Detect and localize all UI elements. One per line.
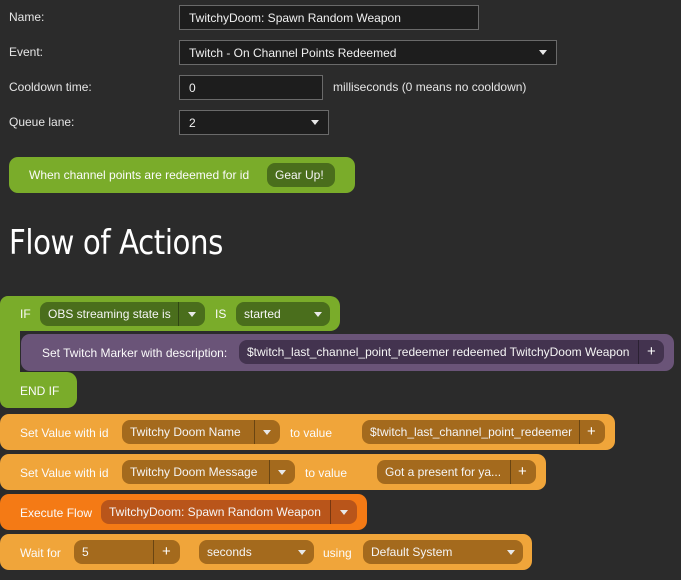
cooldown-input-value: 0 — [189, 80, 196, 95]
trigger-block[interactable]: When channel points are redeemed for id … — [9, 157, 355, 193]
wait-unit-select[interactable]: seconds — [199, 540, 314, 564]
set-value-action-2[interactable]: Set Value with id Twitchy Doom Message t… — [0, 454, 546, 490]
event-label: Event: — [9, 45, 44, 59]
divider — [254, 420, 255, 444]
chevron-down-icon — [507, 549, 515, 555]
trigger-id-chip[interactable]: Gear Up! — [267, 163, 335, 187]
if-block-spine — [0, 325, 20, 375]
set-value-action-1[interactable]: Set Value with id Twitchy Doom Name to v… — [0, 414, 615, 450]
value-id-select[interactable]: Twitchy Doom Message — [122, 460, 295, 484]
chevron-down-icon — [340, 510, 348, 515]
to-value-label: to value — [290, 426, 333, 440]
trigger-text: When channel points are redeemed for id — [29, 168, 250, 182]
twitch-marker-action[interactable]: Set Twitch Marker with description: $twi… — [21, 334, 674, 371]
is-label: IS — [215, 307, 227, 321]
divider — [178, 302, 179, 326]
to-value-label: to value — [305, 466, 348, 480]
name-label: Name: — [9, 10, 45, 24]
chevron-down-icon — [278, 470, 286, 475]
divider — [330, 500, 331, 524]
name-input-value: TwitchyDoom: Spawn Random Weapon — [189, 10, 401, 25]
chevron-down-icon — [298, 549, 306, 555]
value-input[interactable]: Got a present for ya... + — [377, 460, 536, 484]
page-title: Flow of Actions — [9, 223, 223, 263]
wait-label: Wait for — [20, 546, 61, 560]
event-select[interactable]: Twitch - On Channel Points Redeemed — [179, 40, 557, 65]
execute-flow-action[interactable]: Execute Flow TwitchyDoom: Spawn Random W… — [0, 494, 367, 530]
chevron-down-icon — [539, 50, 547, 55]
wait-amount-value: 5 — [82, 545, 89, 559]
flow-select-value: TwitchyDoom: Spawn Random Weapon — [109, 505, 321, 519]
condition-select[interactable]: OBS streaming state is — [40, 302, 205, 326]
set-value-label: Set Value with id — [20, 466, 109, 480]
twitch-marker-description-input[interactable]: $twitch_last_channel_point_redeemer rede… — [239, 340, 664, 364]
value-input-value: Got a present for ya... — [385, 465, 502, 479]
flow-select[interactable]: TwitchyDoom: Spawn Random Weapon — [101, 500, 357, 524]
value-input-value: $twitch_last_channel_point_redeemer — [370, 425, 573, 439]
plus-icon[interactable]: + — [587, 423, 596, 440]
plus-icon[interactable]: + — [647, 343, 656, 360]
wait-unit-value: seconds — [207, 545, 252, 559]
twitch-marker-description-value: $twitch_last_channel_point_redeemer rede… — [247, 345, 630, 359]
using-label: using — [323, 546, 352, 560]
divider — [269, 460, 270, 484]
wait-amount-input[interactable]: 5 + — [74, 540, 180, 564]
plus-icon[interactable]: + — [162, 543, 171, 560]
value-id-value: Twitchy Doom Name — [130, 425, 241, 439]
wait-system-value: Default System — [371, 545, 453, 559]
state-value: started — [244, 307, 281, 321]
event-select-value: Twitch - On Channel Points Redeemed — [189, 45, 397, 60]
chevron-down-icon — [188, 312, 196, 317]
queue-select-value: 2 — [189, 115, 196, 130]
value-input[interactable]: $twitch_last_channel_point_redeemer + — [362, 420, 605, 444]
wait-action[interactable]: Wait for 5 + seconds using Default Syste… — [0, 534, 532, 570]
condition-value: OBS streaming state is — [48, 307, 171, 321]
queue-select[interactable]: 2 — [179, 110, 329, 135]
trigger-id-value: Gear Up! — [275, 168, 324, 182]
chevron-down-icon — [314, 311, 322, 317]
state-select[interactable]: started — [236, 302, 330, 326]
cooldown-input[interactable]: 0 — [179, 75, 323, 100]
end-if-label: END IF — [20, 384, 60, 398]
divider — [638, 340, 639, 364]
set-value-label: Set Value with id — [20, 426, 109, 440]
divider — [153, 540, 154, 564]
value-id-select[interactable]: Twitchy Doom Name — [122, 420, 280, 444]
divider — [579, 420, 580, 444]
wait-system-select[interactable]: Default System — [363, 540, 523, 564]
twitch-marker-label: Set Twitch Marker with description: — [42, 346, 228, 360]
chevron-down-icon — [311, 120, 319, 125]
chevron-down-icon — [263, 430, 271, 435]
value-id-value: Twitchy Doom Message — [130, 465, 258, 479]
cooldown-hint: milliseconds (0 means no cooldown) — [333, 80, 527, 94]
queue-label: Queue lane: — [9, 115, 75, 129]
name-input[interactable]: TwitchyDoom: Spawn Random Weapon — [179, 5, 479, 30]
cooldown-label: Cooldown time: — [9, 80, 92, 94]
divider — [510, 460, 511, 484]
execute-flow-label: Execute Flow — [20, 506, 93, 520]
if-label: IF — [20, 307, 31, 321]
plus-icon[interactable]: + — [518, 463, 527, 480]
